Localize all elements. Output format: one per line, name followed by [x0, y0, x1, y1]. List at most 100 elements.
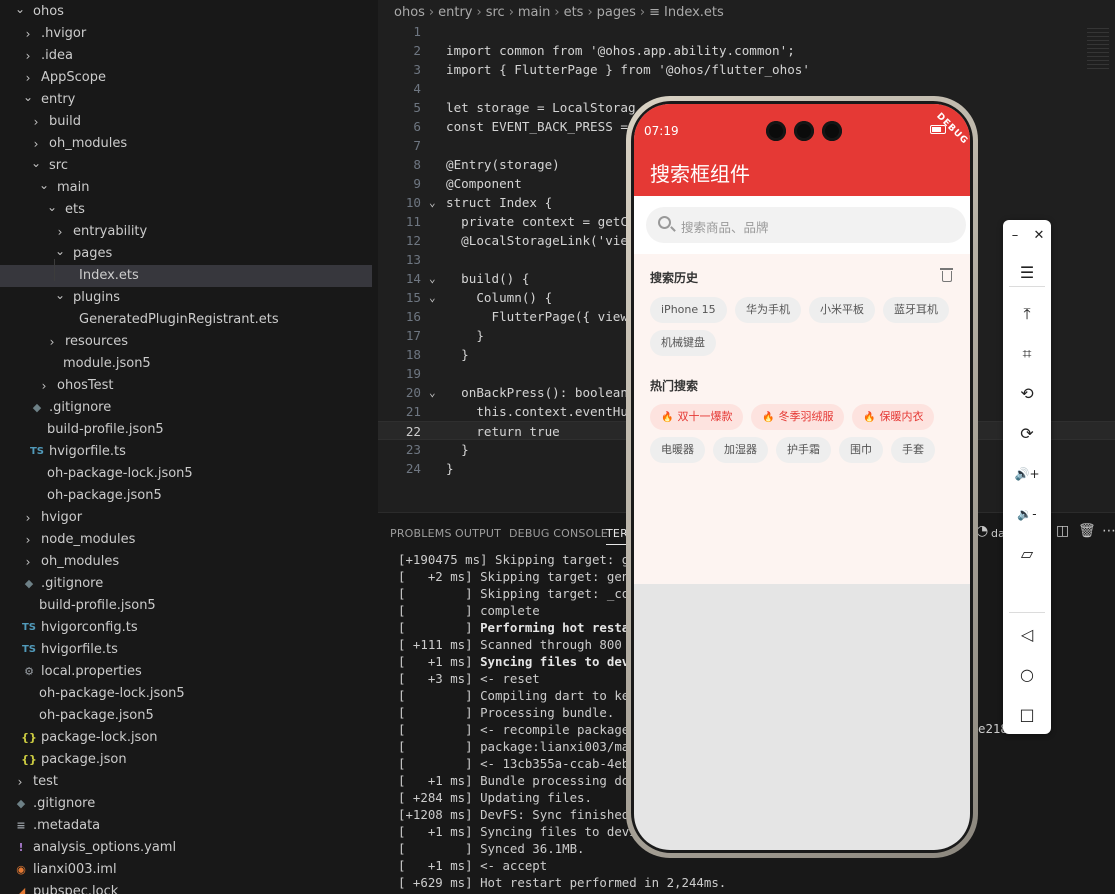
- back-button[interactable]: ◁: [1003, 620, 1051, 650]
- tree-folder[interactable]: › .idea: [0, 45, 372, 67]
- hot-tag-chip[interactable]: 加湿器: [713, 437, 768, 463]
- tree-file[interactable]: TS hvigorconfig.ts: [0, 617, 372, 639]
- tree-folder[interactable]: › oh_modules: [0, 133, 372, 155]
- tree-item-label: package.json: [41, 752, 127, 767]
- indent-guide: [54, 259, 55, 281]
- menu-button[interactable]: ☰: [1003, 258, 1051, 288]
- breadcrumb-segment[interactable]: ohos: [394, 5, 425, 20]
- hot-tag-chip[interactable]: 电暖器: [650, 437, 705, 463]
- tree-folder[interactable]: ⌄ ohos: [0, 1, 372, 23]
- tree-folder[interactable]: › ohosTest: [0, 375, 372, 397]
- ts-icon: TS: [21, 644, 37, 655]
- tree-file[interactable]: ◢ pubspec.lock: [0, 881, 372, 894]
- tree-file[interactable]: module.json5: [0, 353, 372, 375]
- tree-file[interactable]: oh-package.json5: [0, 485, 372, 507]
- hot-tag-chip[interactable]: 护手霜: [776, 437, 831, 463]
- breadcrumb-segment[interactable]: ets: [564, 5, 584, 20]
- trash-icon[interactable]: 🗑: [1078, 523, 1096, 539]
- history-tag-chip[interactable]: 蓝牙耳机: [883, 297, 949, 323]
- line-number: 10: [405, 195, 421, 210]
- tree-folder[interactable]: › .hvigor: [0, 23, 372, 45]
- history-tag-chip[interactable]: 华为手机: [735, 297, 801, 323]
- crop-screenshot-button[interactable]: ⌗: [1003, 339, 1051, 369]
- tree-folder[interactable]: › oh_modules: [0, 551, 372, 573]
- pin-top-button[interactable]: ⤒: [1003, 299, 1051, 329]
- tree-file[interactable]: ◉ lianxi003.iml: [0, 859, 372, 881]
- breadcrumb-segment[interactable]: src: [486, 5, 505, 20]
- rotate-left-button[interactable]: ⟲: [1003, 379, 1051, 409]
- tree-folder[interactable]: › hvigor: [0, 507, 372, 529]
- recents-button[interactable]: □: [1003, 700, 1051, 730]
- tree-file[interactable]: ◆ .gitignore: [0, 397, 372, 419]
- hot-tag-chip[interactable]: 🔥 双十一爆款: [650, 404, 744, 430]
- tab-output[interactable]: OUTPUT: [455, 523, 501, 545]
- tree-file[interactable]: ≡ .metadata: [0, 815, 372, 837]
- volume-up-button[interactable]: 🔊+: [1003, 459, 1051, 489]
- split-terminal-icon[interactable]: ◫: [1056, 523, 1069, 539]
- tree-folder[interactable]: ⌄ pages: [0, 243, 372, 265]
- tree-file[interactable]: oh-package-lock.json5: [0, 683, 372, 705]
- tree-folder[interactable]: › node_modules: [0, 529, 372, 551]
- history-tag-chip[interactable]: 小米平板: [809, 297, 875, 323]
- tab-terminal[interactable]: TER: [606, 523, 628, 545]
- search-input[interactable]: 搜索商品、品牌: [646, 207, 966, 243]
- close-button[interactable]: ✕: [1027, 221, 1051, 251]
- breadcrumb[interactable]: ohos › entry › src › main › ets › pages › ≡ Index.ets: [394, 3, 724, 23]
- tree-file[interactable]: oh-package-lock.json5: [0, 463, 372, 485]
- breadcrumb-segment[interactable]: Index.ets: [664, 5, 724, 20]
- tree-folder[interactable]: ⌄ entry: [0, 89, 372, 111]
- code-text: }: [446, 442, 469, 457]
- breadcrumb-segment[interactable]: main: [518, 5, 550, 20]
- tree-folder[interactable]: ⌄ ets: [0, 199, 372, 221]
- tree-file[interactable]: build-profile.json5: [0, 595, 372, 617]
- hot-tag-chip[interactable]: 🔥 保暖内衣: [852, 404, 935, 430]
- tree-folder[interactable]: ⌄ plugins: [0, 287, 372, 309]
- tree-file[interactable]: TS hvigorfile.ts: [0, 639, 372, 661]
- tree-file[interactable]: TS hvigorfile.ts: [0, 441, 372, 463]
- tree-file[interactable]: ◆ .gitignore: [0, 573, 372, 595]
- home-button[interactable]: ○: [1003, 660, 1051, 690]
- terminal-line: [ +1 ms] Syncing files to devic: [398, 653, 644, 670]
- breadcrumb-segment[interactable]: entry: [438, 5, 472, 20]
- clear-history-icon[interactable]: [940, 268, 953, 282]
- tree-folder[interactable]: › AppScope: [0, 67, 372, 89]
- tree-file[interactable]: ! analysis_options.yaml: [0, 837, 372, 859]
- fold-chevron-icon[interactable]: ⌄: [429, 269, 436, 288]
- flame-icon: 🔥: [661, 412, 674, 423]
- tree-file[interactable]: {} package-lock.json: [0, 727, 372, 749]
- terminal-timestamp: [ ]: [398, 739, 473, 754]
- phone-screen[interactable]: 07:19 DEBUG 搜索框组件 搜索商品、品牌 搜索历史 iPhone 15…: [634, 104, 970, 850]
- hot-tag-chip[interactable]: 手套: [891, 437, 935, 463]
- tree-file[interactable]: ⚙ local.properties: [0, 661, 372, 683]
- tab-debug-console[interactable]: DEBUG CONSOLE: [509, 523, 608, 545]
- tree-item-label: GeneratedPluginRegistrant.ets: [79, 312, 279, 327]
- rotate-right-button[interactable]: ⟳: [1003, 419, 1051, 449]
- hot-tag-chip[interactable]: 围巾: [839, 437, 883, 463]
- tree-folder[interactable]: ⌄ src: [0, 155, 372, 177]
- explorer-panel: ⌄ ohos › .hvigor › .idea › AppScope ⌄ entry › build…: [0, 0, 378, 894]
- tab-problems[interactable]: PROBLEMS: [390, 523, 452, 545]
- volume-down-button[interactable]: 🔉-: [1003, 499, 1051, 529]
- tree-folder[interactable]: › test: [0, 771, 372, 793]
- hot-tag-chip[interactable]: 🔥 冬季羽绒服: [751, 404, 845, 430]
- tree-file[interactable]: {} package.json: [0, 749, 372, 771]
- fold-device-button[interactable]: ▱: [1003, 539, 1051, 569]
- minimize-button[interactable]: –: [1003, 221, 1027, 251]
- more-actions-icon[interactable]: ⋯: [1102, 523, 1115, 539]
- fold-chevron-icon[interactable]: ⌄: [429, 193, 436, 212]
- fold-chevron-icon[interactable]: ⌄: [429, 383, 436, 402]
- history-tag-chip[interactable]: 机械键盘: [650, 330, 716, 356]
- code-line[interactable]: 3 import { FlutterPage } from '@ohos/flut…: [378, 60, 1115, 79]
- tree-file[interactable]: ◆ .gitignore: [0, 793, 372, 815]
- history-tag-chip[interactable]: iPhone 15: [650, 297, 727, 323]
- tree-file[interactable]: build-profile.json5: [0, 419, 372, 441]
- tree-file[interactable]: GeneratedPluginRegistrant.ets: [0, 309, 372, 331]
- tree-file[interactable]: oh-package.json5: [0, 705, 372, 727]
- fold-chevron-icon[interactable]: ⌄: [429, 288, 436, 307]
- tree-folder[interactable]: › build: [0, 111, 372, 133]
- breadcrumb-segment[interactable]: pages: [597, 5, 636, 20]
- code-line[interactable]: 2 import common from '@ohos.app.ability.c…: [378, 41, 1115, 60]
- tree-item-label: oh-package-lock.json5: [47, 466, 193, 481]
- code-line[interactable]: 1: [378, 22, 1115, 41]
- tree-folder[interactable]: › resources: [0, 331, 372, 353]
